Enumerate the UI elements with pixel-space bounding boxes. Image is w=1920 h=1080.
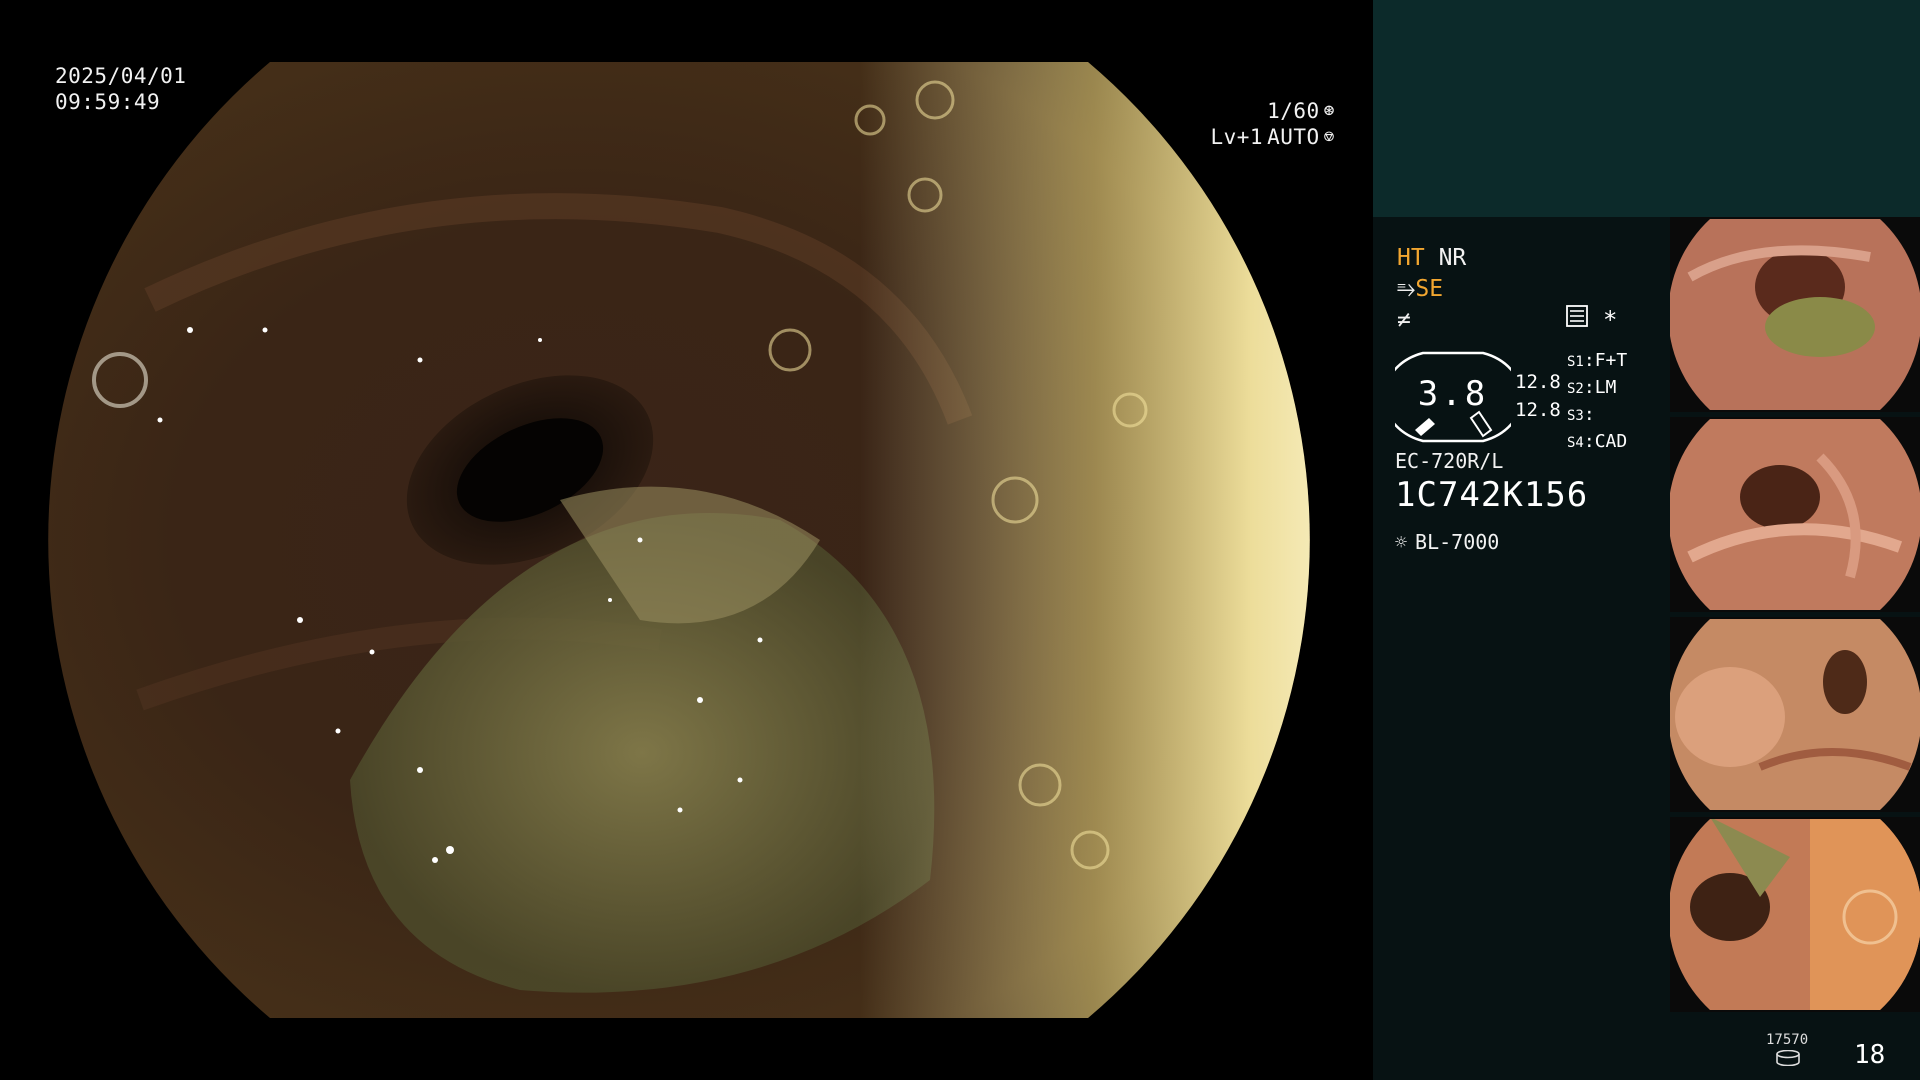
shutter-icon: ⊛ [1323,100,1335,121]
storage-count: 17570 [1766,1032,1809,1048]
thumbnail-4-image [1670,819,1920,1010]
thumbnail-3[interactable] [1670,617,1920,812]
storage-icon [1776,1050,1800,1066]
slot-s4: S4:CAD [1567,431,1628,452]
slot-s1: S1:F+T [1567,350,1628,371]
frequency-icon: ≠ [1397,307,1411,333]
panel-header-area [1373,0,1920,217]
slot-s2: S2:LM [1567,377,1617,398]
iris-mode-label: AUTO [1267,125,1320,149]
ht-indicator: HT [1397,245,1425,271]
status-block: HT NR ⥱SE ≠ [1397,243,1687,336]
switch-slots: S1:F+T S2:LM S3: S4:CAD [1567,348,1627,456]
thumbnail-2-image [1670,419,1920,610]
filter-settings-icon [1566,305,1588,327]
thumbnail-2[interactable] [1670,417,1920,612]
scope-model: EC-720R/L [1395,449,1504,473]
star-indicator: * [1603,306,1618,334]
gauge-side-bottom: 12.8 [1515,399,1561,421]
endoscopic-image [48,62,1310,1018]
slot-s3: S3: [1567,404,1595,425]
iris-icon: ⎊ [1323,126,1335,147]
nr-indicator: NR [1438,245,1467,271]
gauge-side-top: 12.8 [1515,371,1561,393]
scope-serial: 1C742K156 [1395,475,1589,515]
date-label: 2025/04/01 [55,64,187,88]
gauge-value: 3.8 [1417,374,1489,414]
thumbnail-3-image [1670,619,1920,810]
image-count: 18 [1854,1040,1886,1070]
enhancement-icon: ⥱ [1397,276,1416,302]
light-source-label: BL-7000 [1415,530,1500,554]
camera-settings-overlay: 1/60 ⊛ Lv+1 AUTO ⎊ [1211,98,1336,150]
light-source-icon: ☼ [1395,530,1408,554]
gauge-side-values: 12.8 12.8 [1515,368,1561,424]
se-indicator: SE [1415,276,1444,302]
time-label: 09:59:49 [55,90,161,114]
thumbnail-4[interactable] [1670,817,1920,1012]
light-source: ☼ BL-7000 [1395,530,1499,554]
thumbnail-1[interactable] [1670,217,1920,412]
iris-level-label: Lv+1 [1210,125,1264,149]
datetime-overlay: 2025/04/01 09:59:49 [55,63,186,115]
thumbnail-1-image [1670,219,1920,410]
shutter-label: 1/60 [1267,99,1320,123]
endoscope-viewport: 2025/04/01 09:59:49 1/60 ⊛ Lv+1 AUTO ⎊ [0,0,1373,1080]
